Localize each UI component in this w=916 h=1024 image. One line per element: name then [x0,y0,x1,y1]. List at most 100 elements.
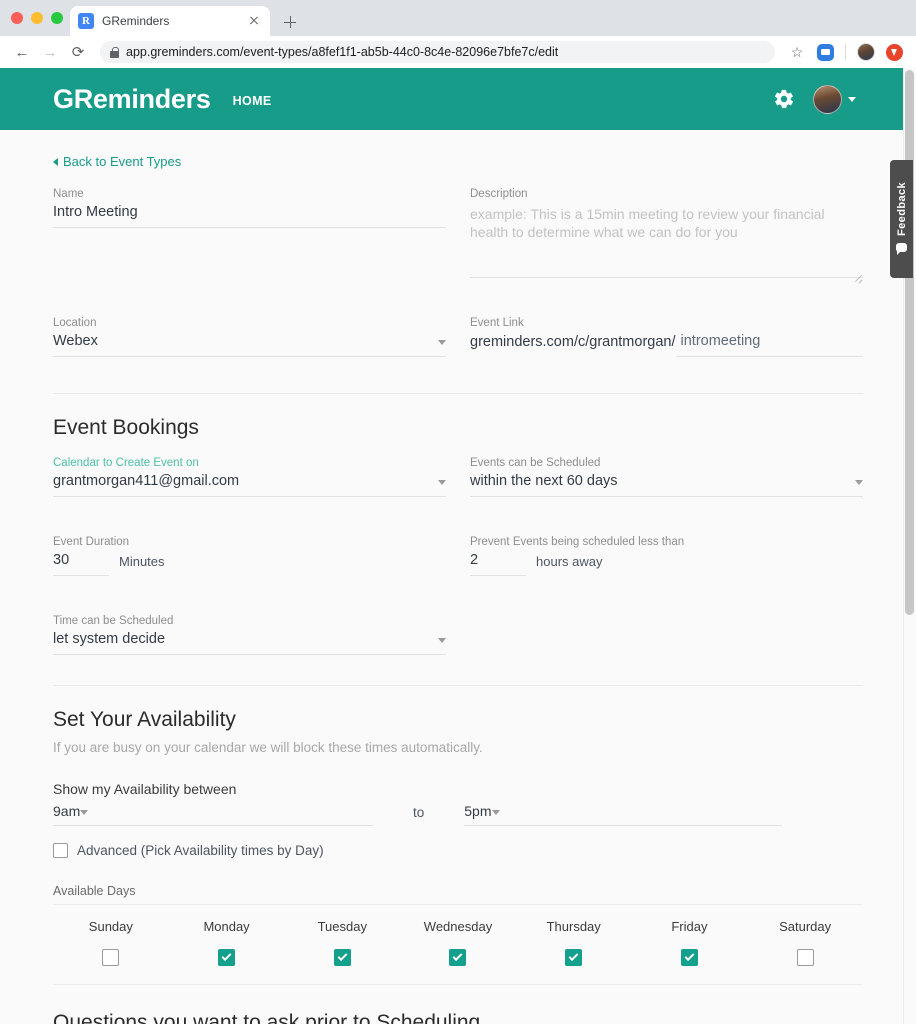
availability-subtitle: If you are busy on your calendar we will… [53,739,483,755]
end-time-value: 5pm [464,802,492,819]
calendar-value: grantmorgan411@gmail.com [53,472,240,489]
scheduled-window-select[interactable]: within the next 60 days [470,473,863,497]
time-scheduled-row: Time can be Scheduled let system decide [53,598,863,655]
browser-toolbar: ← → ⟳ app.greminders.com/event-types/a8f… [0,36,916,68]
scheduled-window-field: Events can be Scheduled within the next … [470,457,863,497]
prevent-unit: hours away [536,553,603,569]
questions-title: Questions you want to ask prior to Sched… [53,1010,481,1024]
day-label: Wednesday [423,918,493,934]
start-time-value: 9am [53,802,81,819]
address-bar[interactable]: app.greminders.com/event-types/a8fef1f1-… [100,41,775,63]
favicon-icon: R [78,13,94,29]
description-field: Description example: This is a 15min mee… [470,188,863,278]
day-cell-thursday: Thursday [516,919,632,966]
day-label: Sunday [88,918,133,934]
new-tab-button[interactable] [276,8,304,36]
name-field: Name Intro Meeting [53,188,446,228]
app-navbar: GReminders HOME [0,68,916,130]
feedback-tab[interactable]: Feedback [890,160,913,278]
duration-prevent-row: Event Duration 30 Minutes Prevent Events… [53,519,863,576]
eventlink-row: greminders.com/c/grantmorgan/ intromeeti… [470,333,863,357]
duration-unit: Minutes [119,553,165,569]
page-content: Back to Event Types Name Intro Meeting D… [0,130,916,1024]
chevron-down-icon [438,339,446,345]
availability-title: Set Your Availability [53,707,236,731]
duration-input[interactable]: 30 [53,552,109,576]
day-label: Thursday [546,918,601,934]
minimize-window-button[interactable] [31,12,43,24]
day-cell-tuesday: Tuesday [284,919,400,966]
description-textarea[interactable]: example: This is a 15min meeting to revi… [470,204,863,278]
back-button[interactable]: ← [10,40,34,64]
location-column: Location Webex [53,300,446,357]
chevron-down-icon [491,809,500,815]
day-cell-friday: Friday [632,919,748,966]
back-link-label: Back to Event Types [63,154,182,169]
day-checkbox-tuesday[interactable] [333,948,351,966]
advanced-availability-row[interactable]: Advanced (Pick Availability times by Day… [53,842,863,858]
maximize-window-button[interactable] [51,12,63,24]
time-scheduled-select[interactable]: let system decide [53,631,446,655]
gear-icon[interactable] [773,88,795,110]
day-checkbox-sunday[interactable] [102,948,120,966]
chevron-down-icon [438,637,446,643]
time-scheduled-value: let system decide [53,630,166,647]
advanced-label: Advanced (Pick Availability times by Day… [77,842,324,858]
availability-time-row: 9am to 5pm [53,803,863,826]
chevron-down-icon [80,809,89,815]
chrome-profile-avatar[interactable] [854,40,878,64]
chevron-down-icon [855,479,863,485]
video-extension-icon[interactable] [813,40,837,64]
calendar-column: Calendar to Create Event on grantmorgan4… [53,440,446,497]
chevron-left-icon [53,157,58,166]
nav-item-home[interactable]: HOME [233,94,272,108]
resize-grip-icon[interactable] [854,273,863,282]
day-checkbox-friday[interactable] [680,948,698,966]
browser-tab[interactable]: R GReminders [70,6,270,36]
prevent-field: Prevent Events being scheduled less than… [470,536,863,576]
location-select[interactable]: Webex [53,333,446,357]
available-days-grid: Sunday Monday Tuesday Wednesday Thursday… [53,905,863,985]
pin-extension-icon[interactable] [882,40,906,64]
time-scheduled-field: Time can be Scheduled let system decide [53,615,446,655]
calendar-label: Calendar to Create Event on [53,456,199,469]
eventlink-prefix: greminders.com/c/grantmorgan/ [470,333,676,350]
day-cell-monday: Monday [169,919,285,966]
advanced-checkbox[interactable] [53,842,68,858]
name-input[interactable]: Intro Meeting [53,204,446,228]
tab-title: GReminders [102,14,170,28]
day-cell-saturday: Saturday [747,919,863,966]
lock-icon [110,46,119,58]
day-checkbox-wednesday[interactable] [449,948,467,966]
scheduled-window-column: Events can be Scheduled within the next … [470,440,863,497]
prevent-column: Prevent Events being scheduled less than… [470,519,863,576]
start-time-select[interactable]: 9am [53,803,373,826]
calendar-field: Calendar to Create Event on grantmorgan4… [53,457,446,497]
name-description-row: Name Intro Meeting Description example: … [53,171,863,278]
bookmark-star-icon[interactable]: ☆ [785,40,809,64]
tab-strip: R GReminders [0,0,916,36]
window-traffic-lights [11,12,63,24]
day-checkbox-saturday[interactable] [796,948,814,966]
day-cell-sunday: Sunday [53,919,169,966]
day-checkbox-monday[interactable] [218,948,236,966]
close-icon[interactable] [246,13,262,29]
back-to-event-types-link[interactable]: Back to Event Types [53,154,181,169]
duration-field: Event Duration 30 Minutes [53,536,446,576]
navbar-right [773,84,894,114]
end-time-select[interactable]: 5pm [464,802,783,826]
eventlink-slug-input[interactable]: intromeeting [675,333,863,357]
calendar-select[interactable]: grantmorgan411@gmail.com [53,473,446,497]
chevron-down-icon [438,479,446,485]
day-label: Monday [203,918,250,934]
prevent-input[interactable]: 2 [470,552,526,576]
browser-chrome: R GReminders ← → ⟳ app.greminders.com/ev… [0,0,916,68]
reload-button[interactable]: ⟳ [66,40,90,64]
close-window-button[interactable] [11,12,23,24]
app-logo[interactable]: GReminders [53,84,211,115]
day-checkbox-thursday[interactable] [565,948,583,966]
user-menu[interactable] [813,84,856,114]
forward-button[interactable]: → [38,40,62,64]
time-scheduled-column: Time can be Scheduled let system decide [53,598,446,655]
day-label: Tuesday [317,918,367,934]
